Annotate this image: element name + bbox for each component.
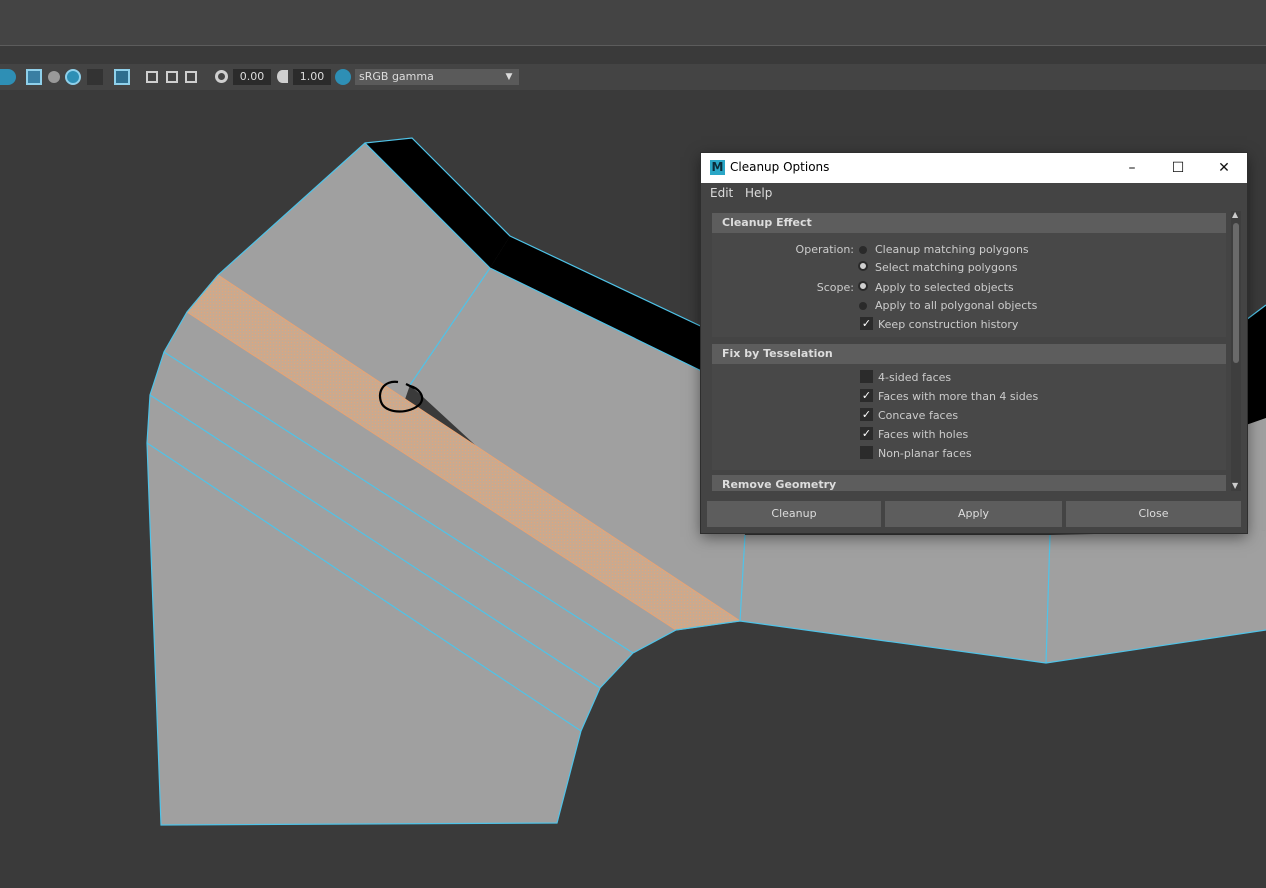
menu-edit[interactable]: Edit [710,186,733,200]
option-select-matching[interactable]: Select matching polygons [875,261,1017,274]
section-body-cleanup-effect: Operation: Cleanup matching polygons Sel… [712,233,1226,337]
gamma-field[interactable]: 1.00 [293,69,331,85]
minimize-button[interactable]: – [1109,153,1155,183]
dropdown-arrow-icon[interactable]: ▼ [499,69,519,85]
color-management-icon[interactable] [335,69,351,85]
scroll-down-arrow-icon[interactable]: ▼ [1232,482,1238,490]
antialias-icon[interactable] [65,69,81,85]
dialog-title: Cleanup Options [730,160,830,174]
viewport-toolbar: 0.00 1.00 sRGB gamma ▼ [0,64,1266,90]
checkbox-4-sided[interactable] [860,370,873,383]
radio-select-matching[interactable] [858,261,868,271]
ambient-occlusion-icon[interactable] [26,69,42,85]
section-header-cleanup-effect[interactable]: Cleanup Effect [712,213,1226,233]
operation-label: Operation: [795,243,854,256]
dialog-menubar: Edit Help [701,183,1247,205]
dialog-scrollbar[interactable]: ▲ ▼ [1231,211,1241,491]
apply-button[interactable]: Apply [885,501,1062,527]
checkbox-holes[interactable]: ✓ [860,427,873,440]
option-cleanup-matching[interactable]: Cleanup matching polygons [875,243,1029,256]
exposure-icon[interactable] [215,70,228,83]
option-concave[interactable]: Concave faces [878,409,958,422]
dialog-titlebar[interactable]: M Cleanup Options – ☐ ✕ [701,153,1247,183]
depth-of-field-icon[interactable] [87,69,103,85]
select-region-icon[interactable] [114,69,130,85]
top-bar-divider [0,45,1266,46]
checkbox-keep-history[interactable]: ✓ [860,317,873,330]
radio-cleanup-matching[interactable] [859,246,867,254]
menu-help[interactable]: Help [745,186,772,200]
cleanup-button[interactable]: Cleanup [707,501,881,527]
section-header-remove-geometry[interactable]: Remove Geometry [712,475,1226,491]
color-space-dropdown[interactable]: sRGB gamma [355,69,499,85]
cleanup-options-dialog: M Cleanup Options – ☐ ✕ Edit Help Cleanu… [701,153,1247,533]
checkbox-more-than-4[interactable]: ✓ [860,389,873,402]
exposure-field[interactable]: 0.00 [233,69,271,85]
top-bar [0,0,1266,46]
option-non-planar[interactable]: Non-planar faces [878,447,972,460]
option-4-sided[interactable]: 4-sided faces [878,371,951,384]
radio-apply-all[interactable] [859,302,867,310]
checkbox-non-planar[interactable] [860,446,873,459]
maximize-button[interactable]: ☐ [1155,153,1201,183]
close-button[interactable]: Close [1066,501,1241,527]
scope-label: Scope: [816,281,854,294]
option-holes[interactable]: Faces with holes [878,428,968,441]
isolate-icon[interactable] [146,71,158,83]
copy-icon[interactable] [166,71,178,83]
option-more-than-4[interactable]: Faces with more than 4 sides [878,390,1038,403]
section-body-fix-by-tesselation: 4-sided faces ✓ Faces with more than 4 s… [712,364,1226,470]
checkbox-concave[interactable]: ✓ [860,408,873,421]
shadow-icon[interactable] [48,71,60,83]
camera-icon[interactable] [185,71,197,83]
option-apply-all[interactable]: Apply to all polygonal objects [875,299,1037,312]
section-header-fix-by-tesselation[interactable]: Fix by Tesselation [712,344,1226,364]
scroll-up-arrow-icon[interactable]: ▲ [1232,211,1238,219]
option-keep-history[interactable]: Keep construction history [878,318,1018,331]
scroll-thumb[interactable] [1233,223,1239,363]
radio-apply-selected[interactable] [858,281,868,291]
option-apply-selected[interactable]: Apply to selected objects [875,281,1014,294]
close-window-button[interactable]: ✕ [1201,153,1247,183]
maya-app-icon: M [710,160,725,175]
dialog-content: Cleanup Effect Operation: Cleanup matchi… [710,211,1226,491]
gamma-icon[interactable] [277,70,288,83]
xray-icon[interactable] [0,69,16,85]
